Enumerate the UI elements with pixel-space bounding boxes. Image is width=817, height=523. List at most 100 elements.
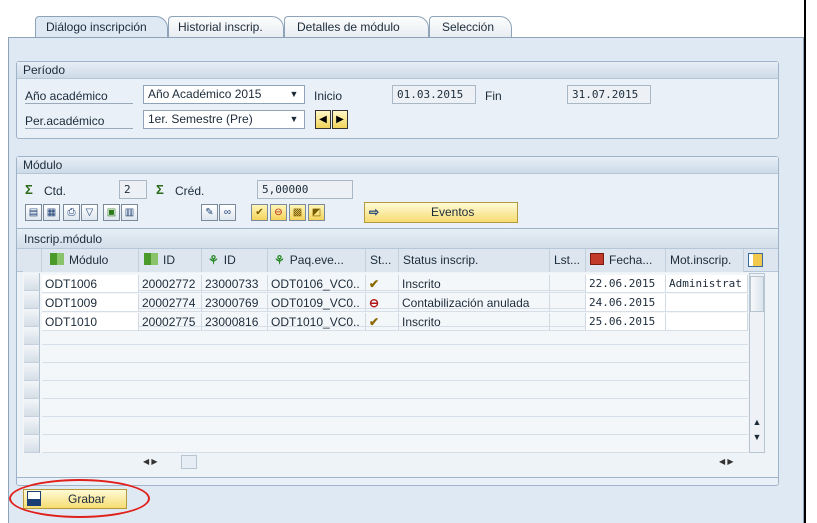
col-header-fecha[interactable]: Fecha... (586, 249, 666, 272)
triangle-right-icon[interactable]: ▶ (332, 110, 348, 129)
chevron-down-icon[interactable]: ▼ (286, 86, 302, 103)
horizontal-scroll-thumb[interactable] (181, 455, 197, 469)
triangle-left-icon[interactable]: ◀ (315, 110, 331, 129)
tab-label: Historial inscrip. (178, 20, 263, 34)
table-cell-fecha[interactable]: 24.06.2015 (586, 294, 666, 312)
edit-pencil-icon[interactable]: ✎ (201, 204, 218, 221)
module-hierarchy-icon (144, 253, 158, 265)
row-selector[interactable] (24, 327, 40, 345)
per-academico-select[interactable]: 1er. Semestre (Pre) (143, 110, 305, 129)
sigma-icon: Σ (156, 182, 164, 197)
table-cell-event-id: 23000733 (202, 275, 268, 293)
scroll-left-right-icon[interactable]: ◀ ▶ (143, 455, 179, 469)
chevron-down-icon[interactable]: ▼ (286, 111, 302, 128)
per-academico-value: 1er. Semestre (Pre) (148, 112, 253, 126)
sigma-icon: Σ (25, 182, 33, 197)
table-cell-mot[interactable]: Administrat (666, 275, 748, 293)
col-header-id-event[interactable]: ⚘ ID (202, 249, 268, 272)
calendar-icon (590, 253, 604, 265)
col-header-mot-inscrip[interactable]: Mot.inscrip. (666, 249, 744, 272)
column-settings-icon[interactable] (748, 253, 763, 267)
scroll-down-icon[interactable]: ▼ (750, 430, 764, 444)
tab-dialogo-inscripcion[interactable]: Diálogo inscripción (35, 16, 168, 38)
tab-historial-inscrip[interactable]: Historial inscrip. (168, 16, 284, 38)
table-cell-modulo[interactable]: ODT1009 (42, 294, 139, 312)
table-cell-lst (550, 313, 586, 331)
row-selector[interactable] (24, 273, 40, 291)
eventos-label: Eventos (431, 205, 475, 219)
table-cell-fecha[interactable]: 25.06.2015 (586, 313, 666, 331)
eventos-button[interactable]: ⇨ Eventos (364, 202, 518, 223)
row-selector[interactable] (24, 381, 40, 399)
table-cell-st: ✔ (366, 275, 399, 293)
inicio-field: 01.03.2015 (392, 85, 476, 104)
layout-icon[interactable]: ▥ (121, 204, 138, 221)
row-selector[interactable] (24, 345, 40, 363)
cred-label: Créd. (175, 184, 205, 198)
col-header-lst[interactable]: Lst... (550, 249, 586, 272)
anio-academico-select[interactable]: Año Académico 2015 (143, 85, 305, 104)
table-cell-modulo[interactable]: ODT1010 (42, 313, 139, 331)
tab-label: Diálogo inscripción (46, 20, 147, 34)
glasses-display-icon[interactable]: ∞ (219, 204, 236, 221)
event-tree-icon: ⚘ (274, 253, 285, 267)
ctd-label: Ctd. (44, 184, 67, 198)
col-header-status-inscrip[interactable]: Status inscrip. (399, 249, 550, 272)
scroll-left-right-icon[interactable]: ◀ ▶ (719, 455, 755, 469)
filter-icon[interactable]: ▽ (81, 204, 98, 221)
table-cell-status: Inscrito (399, 275, 550, 293)
row-selector[interactable] (24, 399, 40, 417)
cred-field: 5,00000 (257, 180, 353, 199)
fin-label: Fin (485, 89, 502, 103)
select-all-icon[interactable]: ▦ (43, 204, 60, 221)
export-icon[interactable]: ▣ (103, 204, 120, 221)
table-cell-st: ✔ (366, 313, 399, 331)
enroll-icon[interactable]: ✔ (251, 204, 268, 221)
periodo-group-title: Período (17, 62, 778, 79)
tab-label: Selección (442, 20, 495, 34)
table-cell-status: Contabilización anulada (399, 294, 550, 312)
details-icon[interactable]: ▤ (25, 204, 42, 221)
module-hierarchy-icon (50, 253, 64, 265)
cancel-enroll-icon[interactable]: ⊖ (270, 204, 287, 221)
scroll-up-icon[interactable]: ▲ (750, 415, 764, 429)
row-selector[interactable] (24, 309, 40, 327)
status-enrolled-icon: ✔ (369, 277, 380, 291)
row-selector[interactable] (24, 291, 40, 309)
table-cell-status: Inscrito (399, 313, 550, 331)
col-header-id[interactable]: ID (139, 249, 202, 272)
table-cell-event-id: 23000769 (202, 294, 268, 312)
ctd-field: 2 (119, 180, 147, 199)
package-icon[interactable]: ▩ (289, 204, 306, 221)
vertical-scroll-thumb[interactable] (750, 276, 764, 312)
row-selector-header[interactable] (23, 249, 42, 272)
row-selector[interactable] (24, 363, 40, 381)
tab-detalles-de-modulo[interactable]: Detalles de módulo (284, 16, 429, 38)
col-header-modulo[interactable]: Módulo (42, 249, 139, 272)
table-cell-lst (550, 275, 586, 293)
anio-academico-label: Año académico (25, 89, 133, 104)
col-header-paq-eventos[interactable]: ⚘ Paq.eve... (268, 249, 366, 272)
table-cell-paq: ODT0106_VC0.. (268, 275, 366, 293)
per-academico-label: Per.académico (25, 114, 133, 129)
fin-field: 31.07.2015 (567, 85, 651, 104)
col-header-st[interactable]: St... (366, 249, 399, 272)
table-cell-paq: ODT0109_VC0.. (268, 294, 366, 312)
table-cell-fecha[interactable]: 22.06.2015 (586, 275, 666, 293)
print-icon[interactable]: ⎙ (63, 204, 80, 221)
table-cell-mot[interactable] (666, 294, 748, 312)
row-selector[interactable] (24, 435, 40, 453)
anio-academico-value: Año Académico 2015 (148, 87, 262, 101)
modulo-group-title: Módulo (17, 157, 778, 174)
table-cell-mot[interactable] (666, 313, 748, 331)
arrow-right-icon: ⇨ (369, 205, 380, 219)
row-selector[interactable] (24, 417, 40, 435)
table-cell-modulo[interactable]: ODT1006 (42, 275, 139, 293)
table-cell-event-id: 23000816 (202, 313, 268, 331)
status-cancelled-icon: ⊖ (369, 296, 380, 310)
table-cell-id: 20002772 (139, 275, 202, 293)
tab-seleccion[interactable]: Selección (429, 16, 512, 38)
tab-label: Detalles de módulo (297, 20, 400, 34)
assign-icon[interactable]: ◩ (308, 204, 325, 221)
table-cell-paq: ODT1010_VC0.. (268, 313, 366, 331)
